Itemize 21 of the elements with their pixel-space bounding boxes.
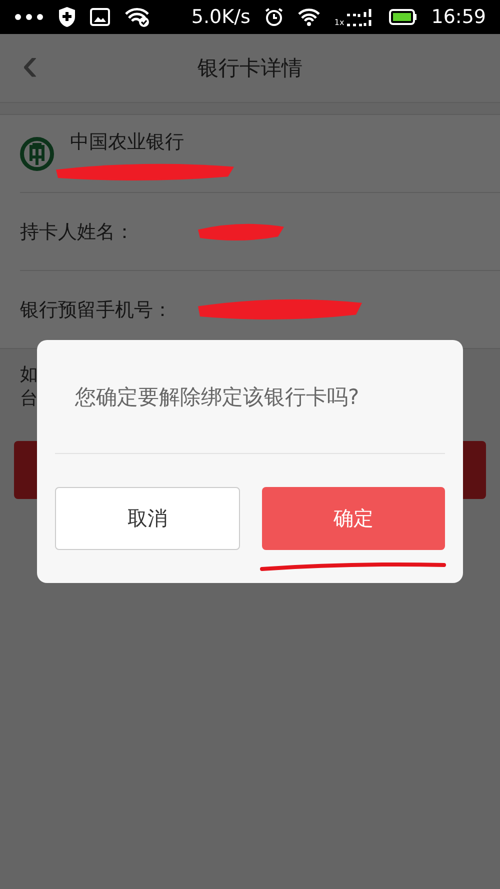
page-title: 银行卡详情 xyxy=(198,55,302,82)
cancel-button[interactable]: 取消 xyxy=(55,487,240,550)
more-dots-icon xyxy=(14,13,44,21)
wifi-check-icon xyxy=(124,7,150,27)
wifi-icon xyxy=(298,8,320,26)
bank-logo-icon xyxy=(20,136,54,170)
hint-text: 如 xyxy=(20,363,38,387)
shield-icon xyxy=(58,6,76,28)
field-label: 银行预留手机号： xyxy=(20,298,172,322)
back-button[interactable]: ‹ xyxy=(0,34,60,102)
hint-text: 台 xyxy=(20,387,38,411)
confirm-button[interactable]: 确定 xyxy=(262,487,445,550)
bank-name: 中国农业银行 xyxy=(70,130,184,154)
network-speed: 5.0K/s xyxy=(191,6,250,28)
image-icon xyxy=(90,8,110,26)
dialog-message: 您确定要解除绑定该银行卡吗? xyxy=(55,340,445,454)
clock-time: 16:59 xyxy=(431,6,486,28)
battery-icon xyxy=(389,9,418,25)
alarm-clock-icon xyxy=(264,7,284,27)
network-type: 1x xyxy=(334,18,344,27)
field-label: 持卡人姓名： xyxy=(20,220,134,244)
